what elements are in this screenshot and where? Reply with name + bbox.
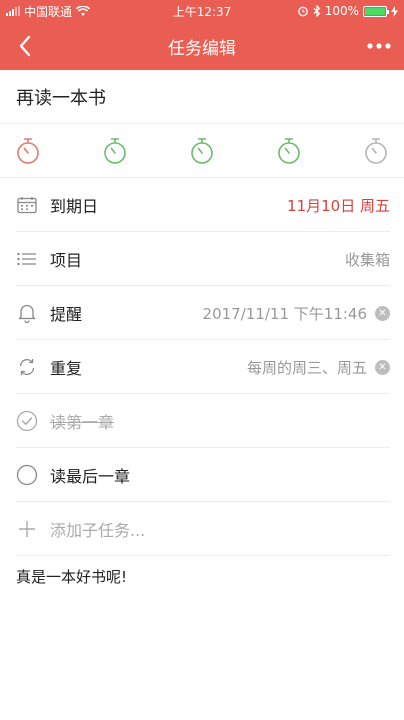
page-title: 任务编辑 (168, 38, 236, 59)
more-icon (367, 43, 391, 49)
due-date-value: 11月10日 周五 (287, 196, 390, 215)
charging-icon (391, 5, 398, 17)
stopwatch-icon (17, 137, 39, 164)
status-time: 上午12:37 (172, 4, 232, 19)
subtask-item[interactable]: 读第一章 (0, 394, 404, 448)
subtask-item[interactable]: 读最后一章 (0, 448, 404, 502)
checked-circle-icon[interactable] (16, 410, 38, 432)
subtask-label: 读第一章 (50, 413, 115, 432)
chevron-left-icon (19, 35, 31, 57)
reminder-row[interactable]: 提醒 2017/11/11 下午11:46 ✕ (0, 286, 404, 340)
priority-option-4[interactable] (275, 136, 303, 166)
nav-bar: 任务编辑 (0, 22, 404, 70)
calendar-icon (16, 194, 38, 216)
reminder-label: 提醒 (50, 305, 83, 324)
list-icon (16, 248, 38, 270)
carrier-label: 中国联通 (24, 4, 73, 19)
battery-icon (363, 5, 389, 17)
priority-option-1[interactable] (14, 136, 42, 166)
stopwatch-icon (278, 137, 300, 164)
clear-repeat-button[interactable]: ✕ (375, 359, 390, 375)
due-date-row[interactable]: 到期日 11月10日 周五 (0, 178, 404, 232)
project-label: 项目 (50, 251, 83, 270)
priority-option-2[interactable] (101, 136, 129, 166)
alarm-icon (297, 6, 308, 17)
signal-icon (6, 6, 20, 16)
task-title-input[interactable]: 再读一本书 (0, 70, 404, 124)
plus-icon (16, 518, 38, 540)
add-subtask-input[interactable]: 添加子任务... (50, 517, 390, 541)
clear-reminder-button[interactable]: ✕ (375, 305, 390, 321)
stopwatch-icon (191, 137, 213, 164)
due-date-label: 到期日 (50, 197, 99, 216)
status-right: 100% (258, 4, 398, 18)
back-button[interactable] (0, 22, 50, 70)
circle-icon[interactable] (16, 464, 38, 486)
priority-option-5[interactable] (362, 136, 390, 166)
subtask-label: 读最后一章 (50, 467, 131, 486)
add-subtask-row[interactable]: 添加子任务... (0, 502, 404, 556)
bluetooth-icon (313, 5, 321, 17)
project-value: 收集箱 (344, 250, 390, 269)
repeat-label: 重复 (50, 359, 83, 378)
battery-percent: 100% (324, 4, 359, 18)
repeat-value: 每周的周三、周五 (246, 358, 367, 377)
repeat-row[interactable]: 重复 每周的周三、周五 ✕ (0, 340, 404, 394)
priority-selector (0, 124, 404, 178)
bell-icon (16, 302, 38, 324)
task-note[interactable]: 真是一本好书呢! (16, 566, 127, 587)
project-row[interactable]: 项目 收集箱 (0, 232, 404, 286)
status-left: 中国联通 (6, 3, 146, 20)
priority-option-3[interactable] (188, 136, 216, 166)
repeat-icon (16, 356, 38, 378)
more-button[interactable] (354, 22, 404, 70)
stopwatch-icon (104, 137, 126, 164)
status-bar: 中国联通 上午12:37 100% (0, 0, 404, 22)
stopwatch-icon (365, 137, 387, 164)
wifi-icon (76, 5, 91, 16)
reminder-value: 2017/11/11 下午11:46 (202, 304, 367, 323)
